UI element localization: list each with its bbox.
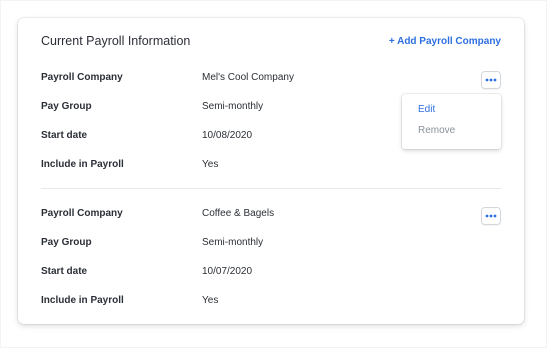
field-value: 10/08/2020: [202, 130, 253, 141]
entry-2-more-button[interactable]: [481, 207, 501, 225]
field-value: Semi-monthly: [202, 101, 264, 112]
entry-1-more-button[interactable]: [481, 71, 501, 89]
more-horizontal-icon: [485, 78, 497, 82]
add-payroll-company-link[interactable]: + Add Payroll Company: [389, 36, 501, 47]
menu-item-edit[interactable]: Edit: [418, 104, 435, 115]
field-value: Coffee & Bagels: [202, 208, 275, 219]
field-label: Include in Payroll: [41, 295, 124, 306]
card-title: Current Payroll Information: [41, 34, 191, 48]
field-value: Mel's Cool Company: [202, 72, 294, 83]
field-value: Yes: [202, 295, 219, 306]
field-label: Payroll Company: [41, 72, 123, 83]
field-label: Start date: [41, 130, 88, 141]
page-frame: Current Payroll Information + Add Payrol…: [1, 1, 546, 347]
entry-actions-menu: Edit Remove: [402, 94, 501, 149]
field-label: Payroll Company: [41, 208, 123, 219]
entry-divider: [41, 188, 501, 189]
field-value: 10/07/2020: [202, 266, 253, 277]
field-label: Pay Group: [41, 101, 92, 112]
field-value: Semi-monthly: [202, 237, 264, 248]
field-value: Yes: [202, 159, 219, 170]
field-label: Pay Group: [41, 237, 92, 248]
payroll-info-card: Current Payroll Information + Add Payrol…: [18, 18, 524, 324]
more-horizontal-icon: [485, 214, 497, 218]
field-label: Include in Payroll: [41, 159, 124, 170]
field-label: Start date: [41, 266, 88, 277]
menu-item-remove[interactable]: Remove: [418, 125, 455, 136]
